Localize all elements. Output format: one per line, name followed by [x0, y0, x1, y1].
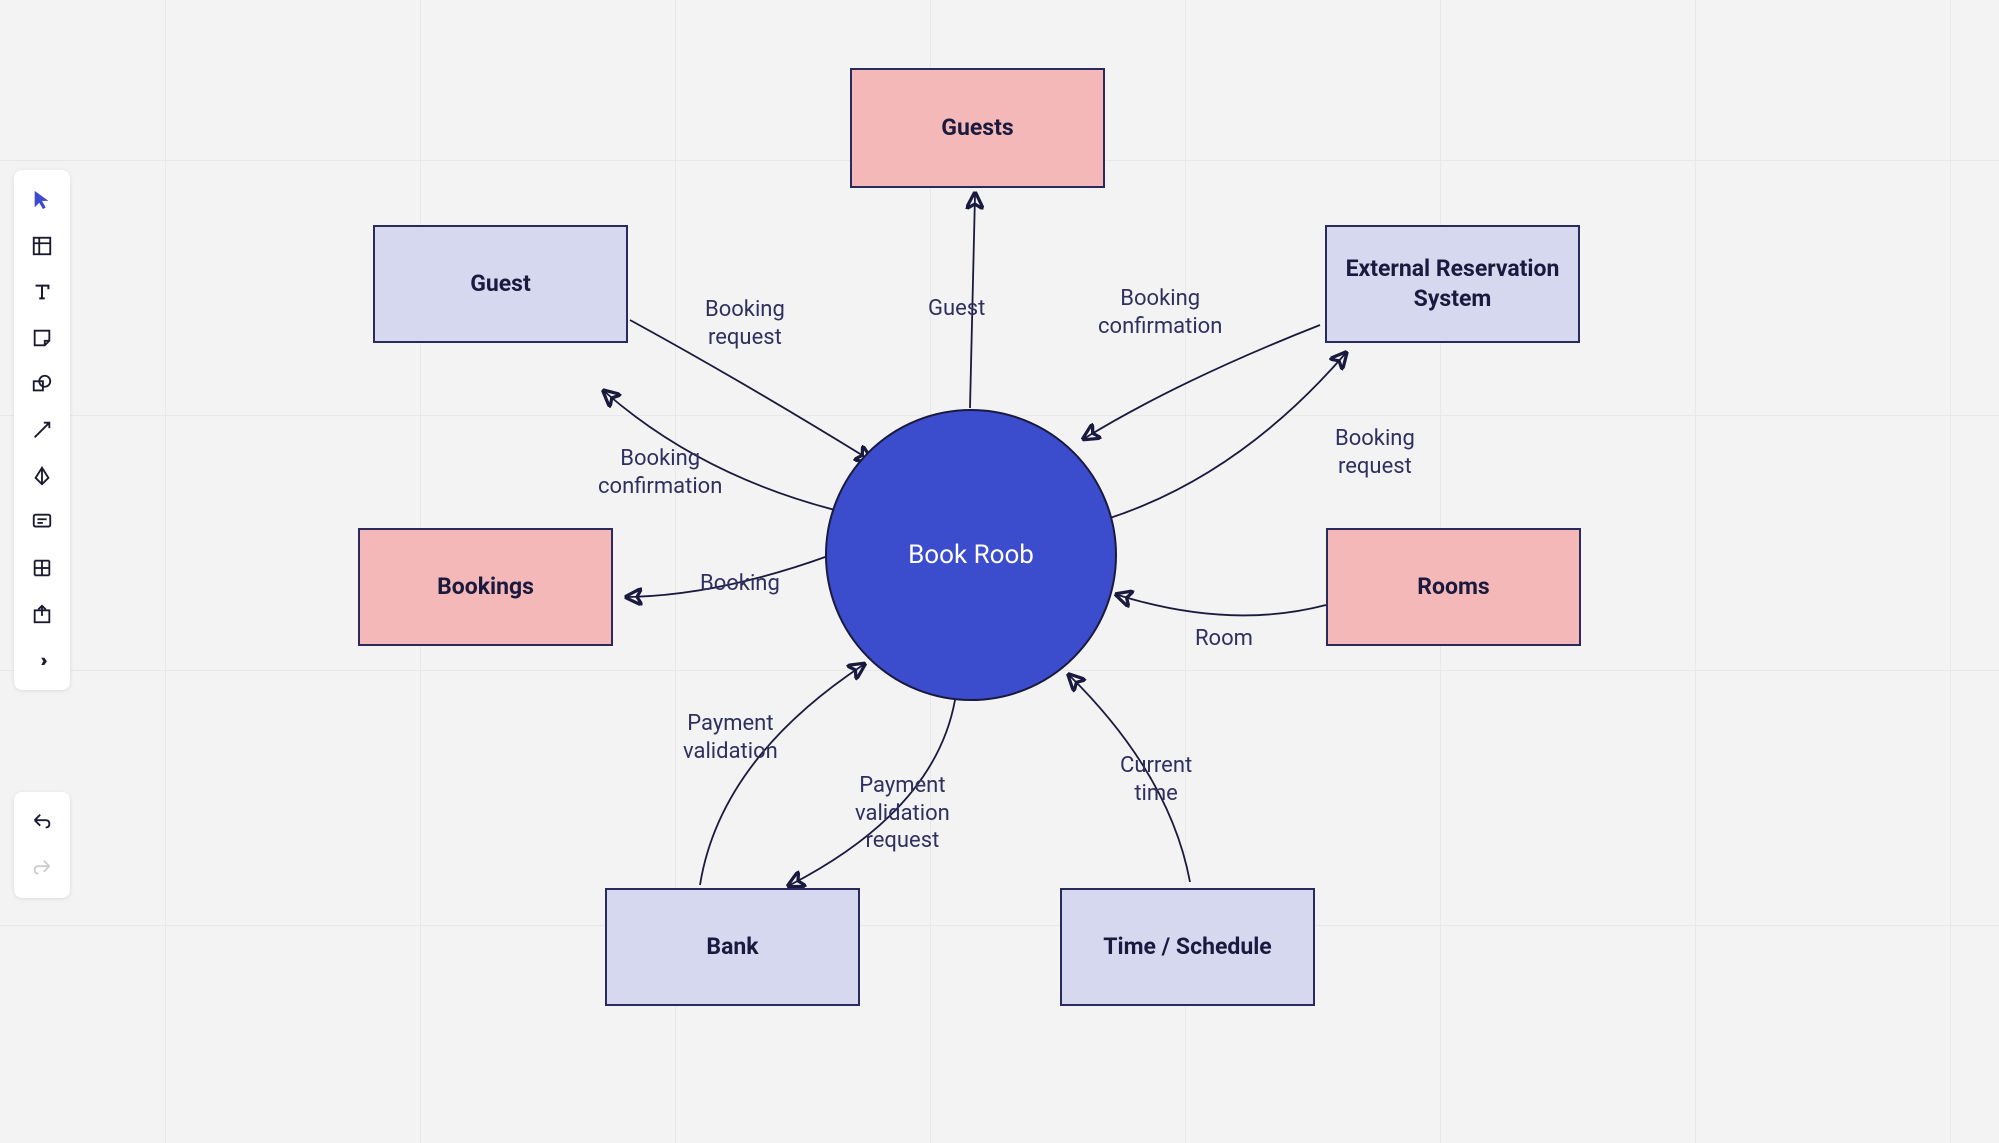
shape-icon — [31, 373, 53, 395]
pen-tool[interactable] — [22, 454, 62, 498]
more-tool[interactable]: ›› — [22, 638, 62, 682]
history-toolbar — [14, 792, 70, 898]
center-node-label: Book Roob — [908, 540, 1034, 570]
node-label: Bank — [706, 932, 758, 962]
edge-label-booking-request-1: Bookingrequest — [705, 296, 785, 351]
section-icon — [31, 557, 53, 579]
node-label: Time / Schedule — [1103, 932, 1271, 962]
node-bookings[interactable]: Bookings — [358, 528, 613, 646]
redo-icon — [31, 857, 53, 879]
sticky-icon — [31, 327, 53, 349]
edge-label-booking: Booking — [700, 570, 780, 598]
cursor-icon — [31, 189, 53, 211]
edge-label-current-time: Currenttime — [1120, 752, 1192, 807]
edge-label-booking-request-2: Bookingrequest — [1335, 425, 1415, 480]
node-label: Guest — [470, 269, 531, 299]
node-bank[interactable]: Bank — [605, 888, 860, 1006]
arrow-tool[interactable] — [22, 408, 62, 452]
node-label: Guests — [941, 113, 1013, 143]
arrow-icon — [31, 419, 53, 441]
center-node-book-roob[interactable]: Book Roob — [825, 409, 1117, 701]
text-tool[interactable] — [22, 270, 62, 314]
redo-button[interactable] — [22, 846, 62, 890]
export-tool[interactable] — [22, 592, 62, 636]
edge-label-booking-confirmation-1: Bookingconfirmation — [1098, 285, 1222, 340]
text-icon — [31, 281, 53, 303]
node-label: Bookings — [437, 572, 534, 602]
edge-label-booking-confirmation-2: Bookingconfirmation — [598, 445, 722, 500]
edge-label-guest: Guest — [928, 295, 985, 323]
export-icon — [31, 603, 53, 625]
node-external-reservation[interactable]: External Reservation System — [1325, 225, 1580, 343]
shape-tool[interactable] — [22, 362, 62, 406]
pen-icon — [31, 465, 53, 487]
node-label: External Reservation System — [1337, 254, 1568, 314]
edge-label-payment-validation-request: Paymentvalidationrequest — [855, 772, 950, 855]
node-rooms[interactable]: Rooms — [1326, 528, 1581, 646]
undo-icon — [31, 811, 53, 833]
node-guest[interactable]: Guest — [373, 225, 628, 343]
edge-label-room: Room — [1195, 625, 1253, 653]
edge-label-payment-validation: Paymentvalidation — [683, 710, 778, 765]
toolbar: ›› — [14, 170, 70, 690]
undo-button[interactable] — [22, 800, 62, 844]
chevron-right-icon: ›› — [41, 650, 44, 671]
sticky-tool[interactable] — [22, 316, 62, 360]
node-label: Rooms — [1417, 572, 1489, 602]
comment-tool[interactable] — [22, 500, 62, 544]
section-tool[interactable] — [22, 546, 62, 590]
frame-tool[interactable] — [22, 224, 62, 268]
node-guests[interactable]: Guests — [850, 68, 1105, 188]
frame-icon — [31, 235, 53, 257]
diagram-canvas[interactable]: Book Roob Guests Guest External Reservat… — [0, 0, 1999, 1143]
comment-icon — [31, 511, 53, 533]
select-tool[interactable] — [22, 178, 62, 222]
node-time-schedule[interactable]: Time / Schedule — [1060, 888, 1315, 1006]
